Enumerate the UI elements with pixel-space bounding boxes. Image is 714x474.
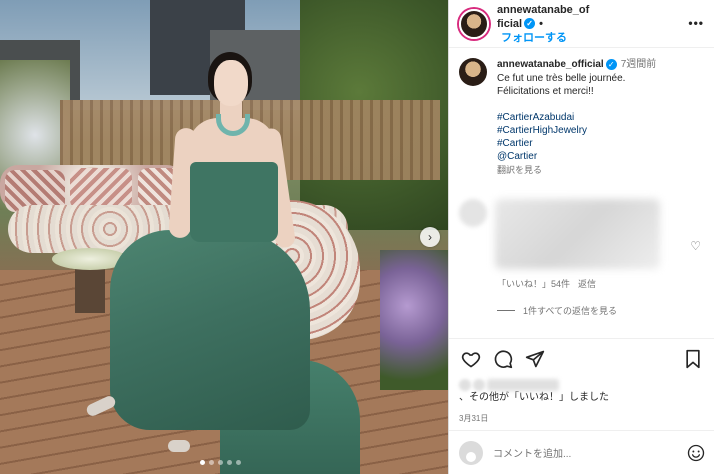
- carousel-next-button[interactable]: ›: [420, 227, 440, 247]
- photo-dress: [190, 162, 278, 242]
- post-side-panel: annewatanabe_official ✓ •フォローする ••• annewa…: [448, 0, 714, 474]
- avatar[interactable]: [459, 58, 487, 86]
- blurred-comment-text: [495, 199, 660, 269]
- carousel-dot: [200, 460, 205, 465]
- photo-shoe: [168, 440, 190, 452]
- comment-meta: 「いいね！」54件 返信: [497, 277, 705, 290]
- more-options-icon[interactable]: •••: [688, 16, 704, 30]
- comment-likes-count[interactable]: 「いいね！」54件: [497, 279, 570, 289]
- avatar: [473, 379, 485, 391]
- carousel-dot: [227, 460, 232, 465]
- blurred-username: [487, 379, 559, 391]
- caption-line: Félicitations et merci!!: [497, 86, 594, 97]
- add-comment-bar: コメントを追加...: [449, 430, 714, 474]
- like-heart-icon[interactable]: [459, 347, 483, 371]
- action-icons-row: [459, 347, 705, 371]
- photo-pillow: [70, 168, 132, 210]
- photo-table: [75, 265, 105, 313]
- avatar: [459, 379, 471, 391]
- verified-badge-icon: ✓: [524, 18, 536, 30]
- view-replies-label: 1件すべての返信を見る: [523, 306, 618, 316]
- hashtag-link[interactable]: #Cartier: [497, 137, 697, 150]
- share-paper-plane-icon[interactable]: [523, 347, 547, 371]
- follow-button[interactable]: フォローする: [501, 32, 567, 44]
- add-comment-input[interactable]: コメントを追加...: [493, 445, 571, 460]
- avatar: [459, 440, 483, 465]
- likes-suffix-text[interactable]: 、その他が「いいね！」しました: [459, 391, 609, 405]
- carousel-dot: [218, 460, 223, 465]
- carousel-dot: [209, 460, 214, 465]
- post-header: annewatanabe_official ✓ • フォローする •••: [449, 0, 714, 48]
- photo-person: [214, 60, 248, 106]
- photo-dress: [110, 230, 310, 430]
- carousel-indicator: [200, 460, 241, 465]
- likes-summary: 、その他が「いいね！」しました: [459, 379, 705, 405]
- caption: annewatanabe_official ✓ 7週間前 Ce fut une tr…: [459, 58, 705, 177]
- avatar[interactable]: [459, 199, 487, 227]
- hashtag-link[interactable]: #CartierAzabudai: [497, 111, 697, 124]
- comment-bubble-icon[interactable]: [491, 347, 515, 371]
- separator-dot: •: [539, 17, 543, 30]
- header-username-block: annewatanabe_official ✓ • フォローする: [497, 3, 592, 45]
- comment-like-heart-icon[interactable]: ♡: [690, 239, 701, 253]
- bookmark-icon[interactable]: [681, 347, 705, 371]
- replies-line: [497, 310, 515, 311]
- mention-link[interactable]: @Cartier: [497, 150, 697, 163]
- emoji-icon[interactable]: [687, 444, 705, 462]
- photo-flowers: [380, 250, 448, 390]
- post-date[interactable]: 3月31日: [459, 413, 705, 424]
- chevron-right-icon: ›: [428, 230, 432, 244]
- caption-body: annewatanabe_official ✓ 7週間前 Ce fut une tr…: [497, 58, 697, 177]
- hashtag-link[interactable]: #CartierHighJewelry: [497, 124, 697, 137]
- view-replies-button[interactable]: 1件すべての返信を見る: [497, 304, 705, 317]
- reply-button[interactable]: 返信: [578, 279, 596, 289]
- caption-line: Ce fut une très belle journée.: [497, 73, 626, 84]
- caption-text: Ce fut une très belle journée. Félicitat…: [497, 72, 697, 163]
- see-translation-link[interactable]: 翻訳を見る: [497, 164, 697, 177]
- carousel-dot: [236, 460, 241, 465]
- header-username[interactable]: annewatanabe_official: [497, 4, 589, 30]
- comments-section[interactable]: annewatanabe_official ✓ 7週間前 Ce fut une tr…: [449, 48, 714, 338]
- caption-username[interactable]: annewatanabe_official: [497, 59, 604, 70]
- post-photo[interactable]: ›: [0, 0, 448, 474]
- caption-time[interactable]: 7週間前: [621, 59, 657, 70]
- avatar[interactable]: [459, 8, 489, 39]
- comment-item: ♡: [459, 199, 705, 269]
- verified-badge-icon: ✓: [605, 58, 617, 70]
- post-actions: 、その他が「いいね！」しました 3月31日: [449, 338, 714, 424]
